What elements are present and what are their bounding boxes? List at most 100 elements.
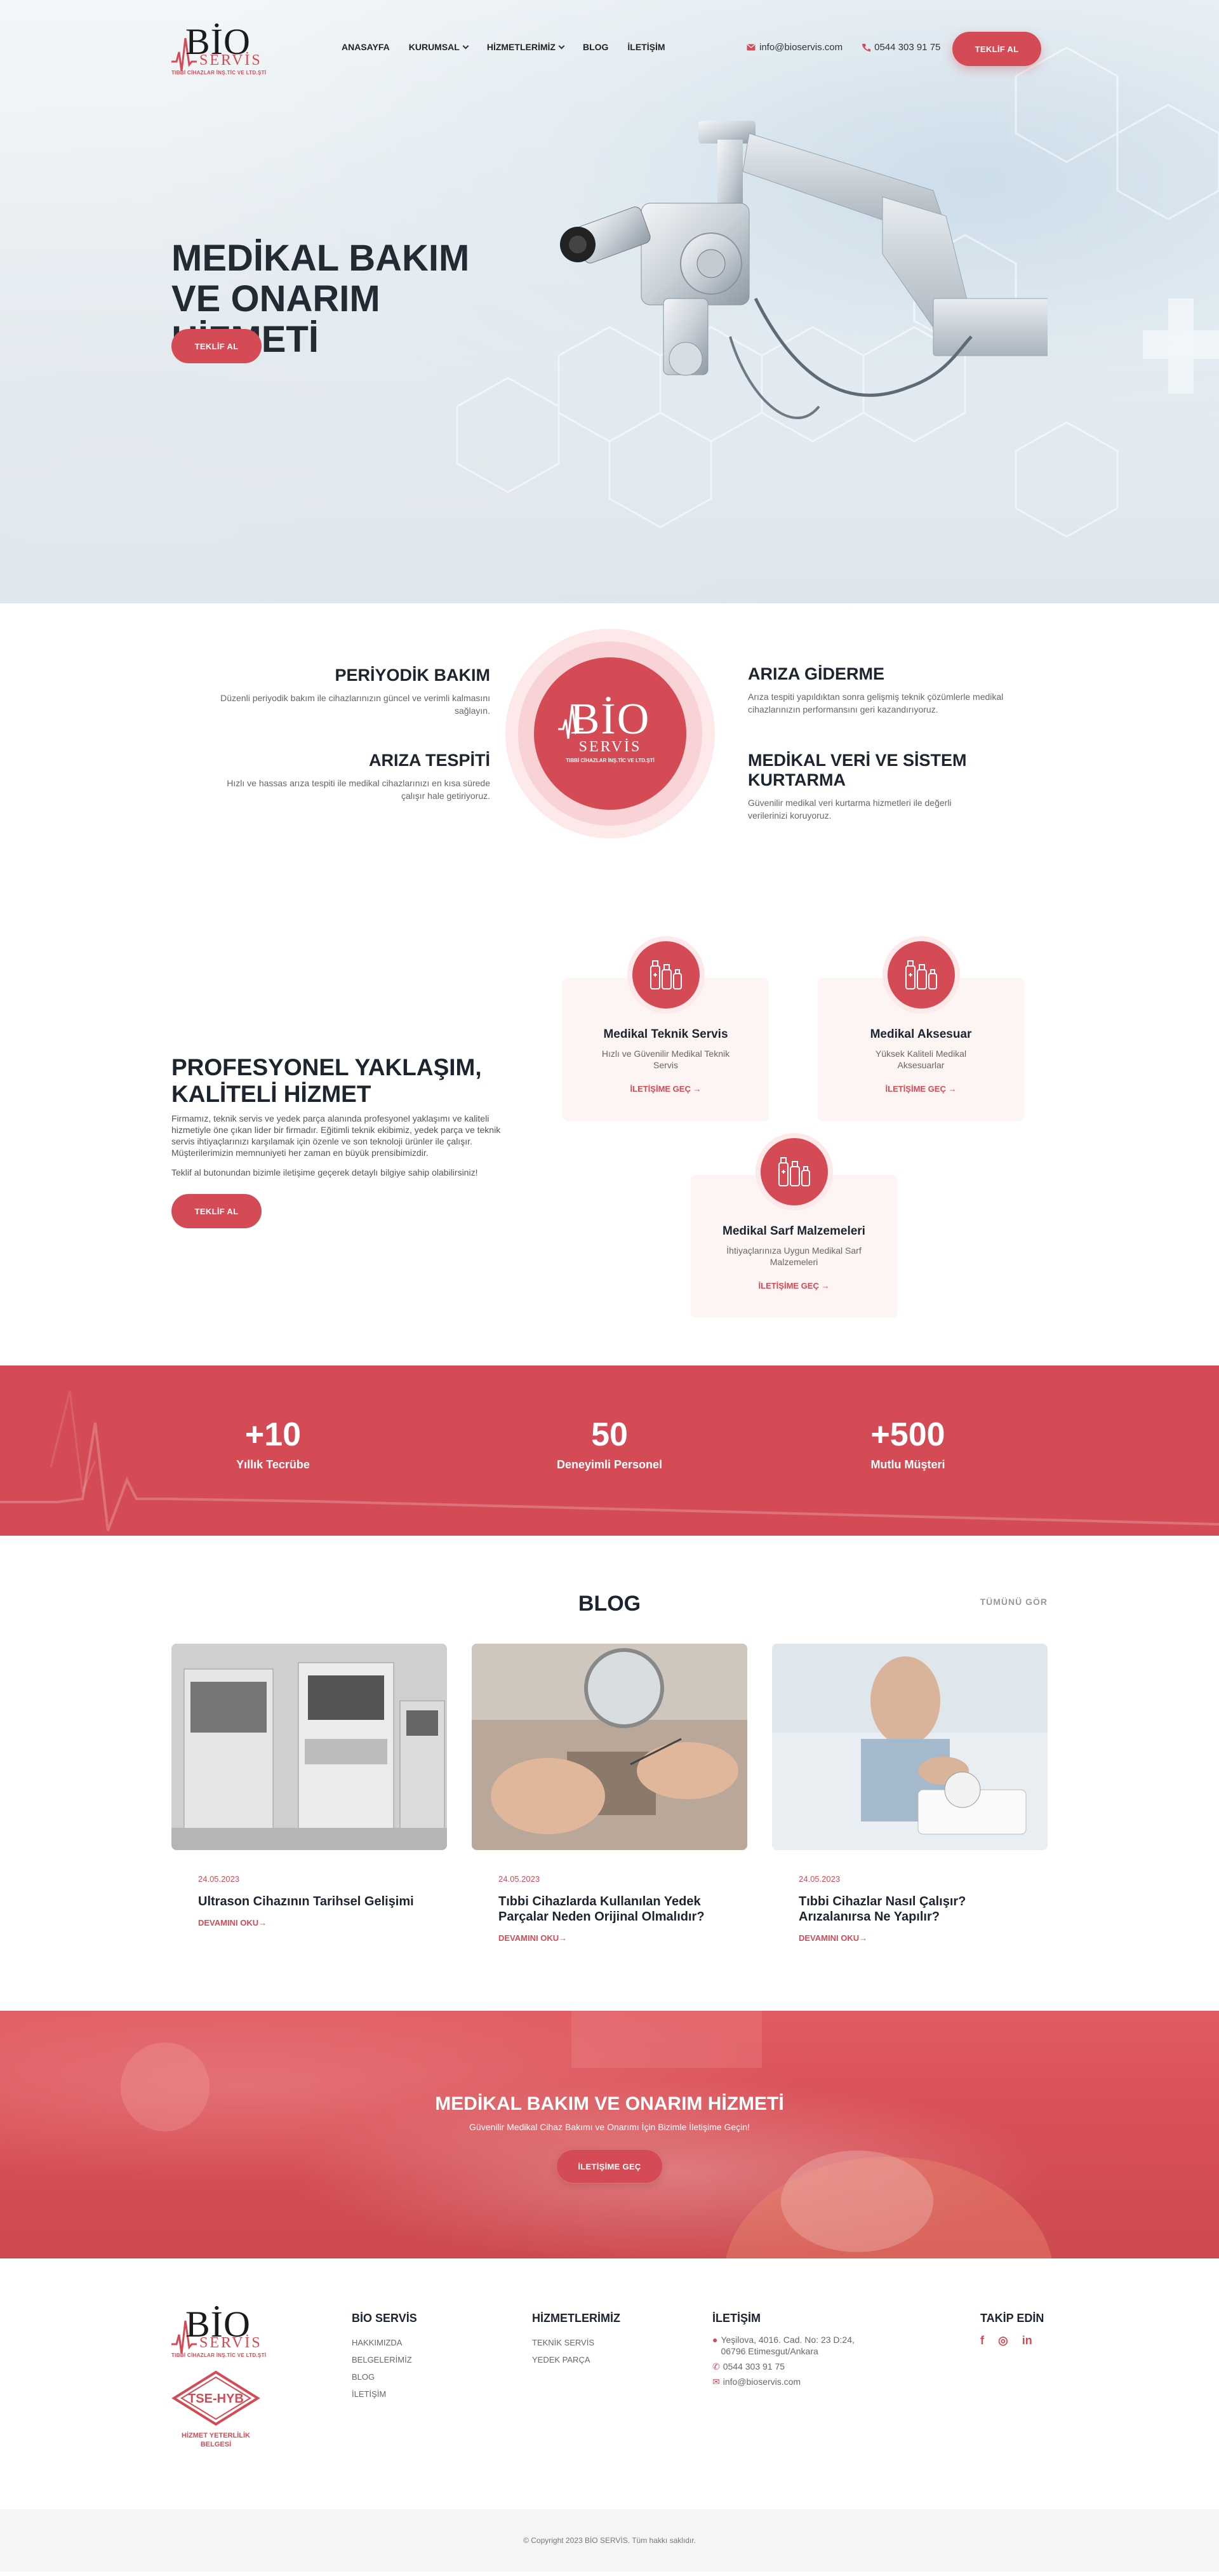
- medical-bottles-icon: [756, 1133, 833, 1211]
- card-contact-link[interactable]: İLETİŞİME GEÇ →: [759, 1281, 830, 1291]
- nav-kurumsal[interactable]: KURUMSAL: [409, 42, 469, 52]
- footer-col-company: BİO SERVİS HAKKIMIZDA BELGELERİMİZ BLOG …: [352, 2312, 417, 2403]
- logo-tagline: TIBBİ CİHAZLAR İNŞ.TİC VE LTD.ŞTİ: [171, 2352, 267, 2358]
- service-title: PERİYODİK BAKIM: [335, 666, 490, 685]
- stats-section: +10 Yıllık Tecrübe 50 Deneyimli Personel…: [0, 1365, 1219, 1536]
- blog-post-title[interactable]: Ultrason Cihazının Tarihsel Gelişimi: [198, 1894, 422, 1909]
- approach-quote-button[interactable]: TEKLİF AL: [171, 1194, 262, 1228]
- card-contact-link[interactable]: İLETİŞİME GEÇ →: [886, 1084, 957, 1094]
- service-ariza-giderme: ARIZA GİDERME Arıza tespiti yapıldıktan …: [748, 664, 1027, 716]
- center-logo-circle: BİO SERVİS TIBBİ CİHAZLAR İNŞ.TİC VE LTD…: [505, 629, 715, 838]
- cta-background-image: [121, 2011, 1052, 2258]
- footer-phone[interactable]: ✆ 0544 303 91 75: [712, 2361, 877, 2372]
- read-more-link[interactable]: DEVAMINI OKU→: [498, 1933, 747, 1943]
- blog-post-date: 24.05.2023: [198, 1874, 240, 1884]
- approach-paragraph: Firmamız, teknik servis ve yedek parça a…: [171, 1113, 501, 1158]
- site-header: BİO SERVİS TIBBİ CİHAZLAR İNŞ.TİC VE LTD…: [171, 0, 1048, 102]
- nav-blog[interactable]: BLOG: [583, 42, 608, 52]
- card-title: Medikal Aksesuar: [870, 1028, 972, 1041]
- service-ariza-tespiti: ARIZA TESPİTİ Hızlı ve hassas arıza tesp…: [211, 751, 490, 802]
- logo-tagline: TIBBİ CİHAZLAR İNŞ.TİC VE LTD.ŞTİ: [171, 70, 267, 76]
- stat-label: Mutlu Müşteri: [870, 1458, 945, 1471]
- linkedin-icon[interactable]: in: [1022, 2334, 1032, 2347]
- stat-value: 50: [591, 1416, 628, 1453]
- hero-quote-button[interactable]: TEKLİF AL: [171, 329, 262, 363]
- card-text: Hızlı ve Güvenilir Medikal Teknik Servis: [601, 1049, 730, 1070]
- stat-value: +10: [244, 1416, 302, 1453]
- chevron-down-icon: [558, 43, 565, 49]
- card-contact-link[interactable]: İLETİŞİME GEÇ →: [630, 1084, 702, 1094]
- blog-post-title[interactable]: Tıbbi Cihazlar Nasıl Çalışır? Arızalanır…: [799, 1894, 1022, 1924]
- svg-text:TSE-HYB: TSE-HYB: [188, 2392, 244, 2406]
- service-text: Güvenilir medikal veri kurtarma hizmetle…: [748, 798, 952, 821]
- nav-anasayfa[interactable]: ANASAYFA: [342, 42, 390, 52]
- service-title: ARIZA TESPİTİ: [368, 751, 490, 770]
- facebook-icon[interactable]: f: [980, 2334, 984, 2347]
- tse-hyb-badge: TSE-HYB: [171, 2370, 260, 2426]
- nav-hizmetlerimiz[interactable]: HİZMETLERİMİZ: [487, 42, 565, 52]
- center-logo-sub: SERVİS: [578, 739, 642, 755]
- blog-post-image[interactable]: [772, 1644, 1048, 1850]
- chevron-down-icon: [462, 43, 469, 49]
- footer-link-teknik-servis[interactable]: TEKNİK SERVİS: [532, 2334, 620, 2351]
- footer-email[interactable]: ✉ info@bioservis.com: [712, 2376, 877, 2387]
- copyright-bar: © Copyright 2023 BİO SERVİS. Tüm hakkı s…: [0, 2509, 1219, 2572]
- service-text: Arıza tespiti yapıldıktan sonra gelişmiş…: [748, 692, 1004, 714]
- read-more-link[interactable]: DEVAMINI OKU→: [799, 1933, 1048, 1943]
- header-email[interactable]: info@bioservis.com: [747, 42, 843, 53]
- blog-post-title[interactable]: Tıbbi Cihazlarda Kullanılan Yedek Parçal…: [498, 1894, 722, 1924]
- blog-post[interactable]: 24.05.2023 Ultrason Cihazının Tarihsel G…: [171, 1644, 447, 1928]
- service-title: ARIZA GİDERME: [748, 664, 884, 683]
- cta-contact-button[interactable]: İLETİŞİME GEÇ: [556, 2149, 663, 2184]
- footer-col-services: HİZMETLERİMİZ TEKNİK SERVİS YEDEK PARÇA: [532, 2312, 620, 2368]
- header-quote-button[interactable]: TEKLİF AL: [952, 32, 1041, 66]
- center-logo-main: BİO: [570, 695, 651, 744]
- footer-link-iletisim[interactable]: İLETİŞİM: [352, 2385, 417, 2403]
- footer-link-yedek-parca[interactable]: YEDEK PARÇA: [532, 2351, 620, 2368]
- service-title: MEDİKAL VERİ VE SİSTEM KURTARMA: [748, 751, 967, 789]
- tse-badge-label: HİZMET YETERLİLİK BELGESİ: [182, 2432, 250, 2448]
- phone-icon: ✆: [712, 2361, 720, 2371]
- service-veri-kurtarma: MEDİKAL VERİ VE SİSTEM KURTARMA Güvenili…: [748, 751, 989, 822]
- service-text: Hızlı ve hassas arıza tespiti ile medika…: [227, 778, 490, 801]
- copyright-text: © Copyright 2023 BİO SERVİS. Tüm hakkı s…: [523, 2536, 696, 2545]
- site-logo[interactable]: BİO SERVİS TIBBİ CİHAZLAR İNŞ.TİC VE LTD…: [171, 20, 267, 77]
- header-phone[interactable]: 0544 303 91 75: [862, 42, 940, 53]
- footer-col-title: İLETİŞİM: [712, 2312, 761, 2324]
- instagram-icon[interactable]: ◎: [998, 2334, 1008, 2347]
- footer-logo[interactable]: BİO SERVİS TIBBİ CİHAZLAR İNŞ.TİC VE LTD…: [171, 2303, 266, 2366]
- approach-paragraph-2: Teklif al butonundan bizimle iletişime g…: [171, 1167, 478, 1177]
- center-logo: BİO SERVİS TIBBİ CİHAZLAR İNŞ.TİC VE LTD…: [534, 657, 686, 810]
- blog-post-image[interactable]: [171, 1644, 447, 1850]
- blog-post-date: 24.05.2023: [498, 1874, 540, 1884]
- cta-section: MEDİKAL BAKIM VE ONARIM HİZMETİ Güvenili…: [0, 2011, 1219, 2258]
- blog-see-all-link[interactable]: TÜMÜNÜ GÖR: [980, 1597, 1048, 1607]
- card-title: Medikal Sarf Malzemeleri: [723, 1224, 865, 1238]
- blog-post[interactable]: 24.05.2023 Tıbbi Cihazlarda Kullanılan Y…: [472, 1644, 747, 1943]
- services-section: PERİYODİK BAKIM Düzenli periyodik bakım …: [171, 603, 1048, 883]
- blog-heading: BLOG: [578, 1592, 641, 1616]
- logo-sub: SERVİS: [199, 52, 262, 69]
- blog-post[interactable]: 24.05.2023 Tıbbi Cihazlar Nasıl Çalışır?…: [772, 1644, 1048, 1943]
- envelope-icon: [747, 44, 756, 51]
- blog-post-date: 24.05.2023: [799, 1874, 841, 1884]
- footer-col-title: BİO SERVİS: [352, 2312, 417, 2324]
- phone-icon: [862, 43, 871, 51]
- footer-col-title: HİZMETLERİMİZ: [532, 2312, 620, 2324]
- map-pin-icon: ●: [712, 2335, 718, 2345]
- service-periyodik-bakim: PERİYODİK BAKIM Düzenli periyodik bakım …: [211, 666, 490, 717]
- footer-link-hakkimizda[interactable]: HAKKIMIZDA: [352, 2334, 417, 2351]
- card-sarf-malzemeleri: Medikal Sarf Malzemeleri İhtiyaçlarınıza…: [691, 1133, 897, 1318]
- stat-label: Yıllık Tecrübe: [236, 1458, 310, 1471]
- site-footer: BİO SERVİS TIBBİ CİHAZLAR İNŞ.TİC VE LTD…: [171, 2258, 1048, 2509]
- footer-col-title: TAKİP EDİN: [980, 2312, 1044, 2324]
- center-logo-tagline: TIBBİ CİHAZLAR İNŞ.TİC VE LTD.ŞTİ: [566, 758, 655, 763]
- footer-link-blog[interactable]: BLOG: [352, 2368, 417, 2385]
- blog-post-image[interactable]: [472, 1644, 747, 1850]
- nav-iletisim[interactable]: İLETİŞİM: [627, 42, 665, 52]
- header-contact: info@bioservis.com 0544 303 91 75: [747, 42, 940, 53]
- footer-link-belgelerimiz[interactable]: BELGELERİMİZ: [352, 2351, 417, 2368]
- stat-value: +500: [870, 1416, 945, 1453]
- logo-sub: SERVİS: [199, 2335, 262, 2351]
- read-more-link[interactable]: DEVAMINI OKU→: [198, 1918, 447, 1928]
